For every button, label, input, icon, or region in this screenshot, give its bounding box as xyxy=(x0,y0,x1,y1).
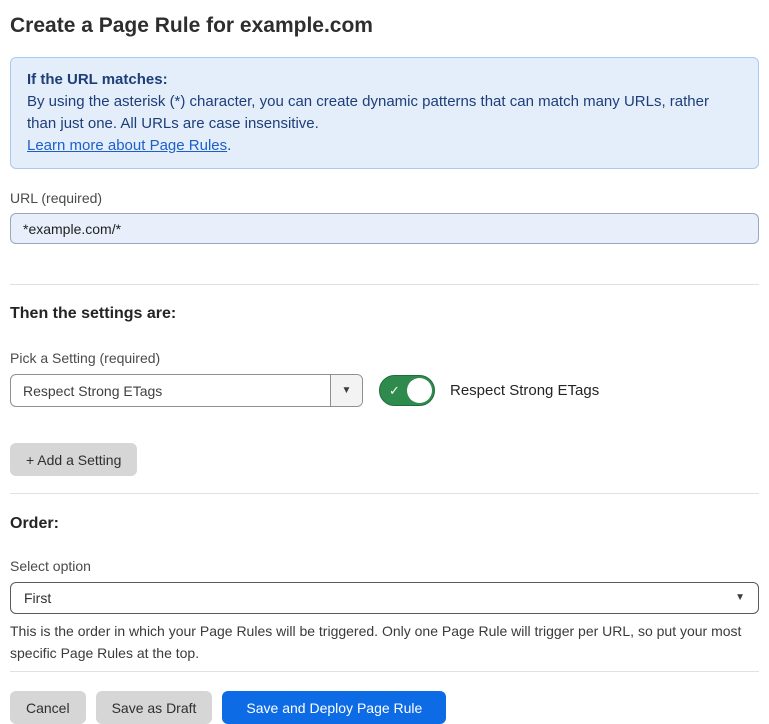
cancel-button[interactable]: Cancel xyxy=(10,691,86,724)
link-suffix: . xyxy=(227,137,231,154)
setting-toggle[interactable]: ✓ xyxy=(379,375,435,406)
info-link-line: Learn more about Page Rules. xyxy=(27,135,742,157)
url-field-group: URL (required) xyxy=(10,190,759,244)
section-divider xyxy=(10,493,759,494)
order-select-value: First xyxy=(24,590,51,606)
setting-select-value: Respect Strong ETags xyxy=(11,383,330,399)
order-heading: Order: xyxy=(10,514,759,534)
select-option-label: Select option xyxy=(10,558,759,574)
url-input[interactable] xyxy=(10,213,759,244)
toggle-label: Respect Strong ETags xyxy=(450,382,599,399)
info-box-heading: If the URL matches: xyxy=(27,69,742,91)
page-title: Create a Page Rule for example.com xyxy=(10,13,759,39)
url-field-label: URL (required) xyxy=(10,190,759,206)
save-draft-button[interactable]: Save as Draft xyxy=(96,691,213,724)
section-divider xyxy=(10,284,759,285)
url-match-info-box: If the URL matches: By using the asteris… xyxy=(10,57,759,169)
footer-button-row: Cancel Save as Draft Save and Deploy Pag… xyxy=(10,691,759,724)
order-select[interactable]: First ▼ xyxy=(10,582,759,614)
add-setting-button[interactable]: + Add a Setting xyxy=(10,443,137,476)
pick-setting-label: Pick a Setting (required) xyxy=(10,350,759,366)
setting-select[interactable]: Respect Strong ETags ▼ xyxy=(10,374,363,407)
section-divider xyxy=(10,671,759,672)
learn-more-link[interactable]: Learn more about Page Rules xyxy=(27,137,227,154)
chevron-down-icon: ▼ xyxy=(735,593,745,603)
setting-select-arrow-button[interactable]: ▼ xyxy=(330,375,362,406)
order-help-text: This is the order in which your Page Rul… xyxy=(10,620,759,664)
create-page-rule-form: Create a Page Rule for example.com If th… xyxy=(0,0,769,724)
toggle-knob xyxy=(407,378,432,403)
setting-row: Respect Strong ETags ▼ ✓ Respect Strong … xyxy=(10,374,759,407)
setting-toggle-group: ✓ Respect Strong ETags xyxy=(379,375,599,406)
check-icon: ✓ xyxy=(389,384,400,397)
save-deploy-button[interactable]: Save and Deploy Page Rule xyxy=(222,691,446,724)
settings-heading: Then the settings are: xyxy=(10,304,759,324)
info-box-body: By using the asterisk (*) character, you… xyxy=(27,93,709,132)
chevron-down-icon: ▼ xyxy=(342,386,352,396)
